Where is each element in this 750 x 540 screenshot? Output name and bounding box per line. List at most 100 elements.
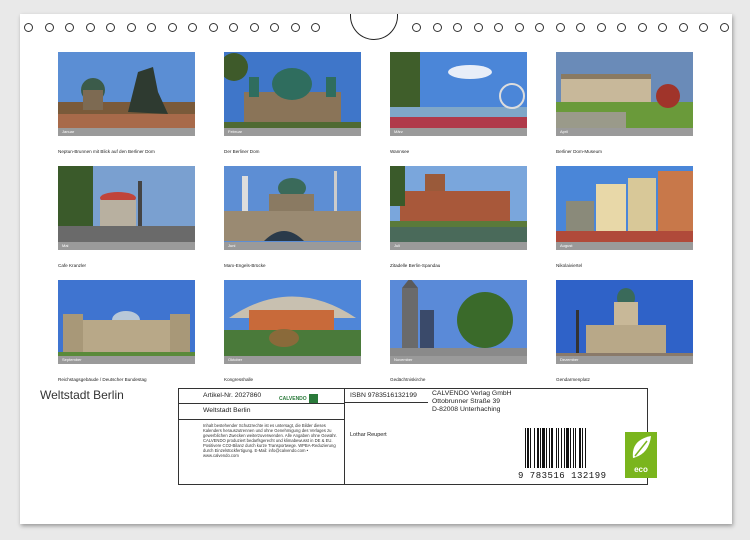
brand-text: CALVENDO: [279, 396, 307, 402]
photo-caption: Zitadelle Berlin-Spandau: [390, 263, 441, 268]
binding-ring: [65, 23, 74, 32]
photo-reichstag: September: [58, 280, 195, 364]
photo-caption: Der Berliner Dom: [224, 149, 260, 154]
binding-ring: [188, 23, 197, 32]
binding-ring: [24, 23, 33, 32]
binding-ring: [555, 23, 565, 32]
barcode-bar: [556, 428, 557, 468]
binding-ring: [432, 23, 442, 32]
month-label: Juli: [394, 243, 401, 248]
binding-ring: [249, 23, 259, 32]
barcode-bar: [561, 428, 562, 468]
photo-caption: Kongresshalle: [224, 377, 254, 382]
binding-ring: [576, 23, 585, 32]
binding-ring: [596, 23, 606, 32]
month-label: September: [62, 357, 82, 362]
photo-nikolaiviertel: August: [556, 166, 693, 250]
binding-ring: [311, 23, 320, 32]
divider: [344, 402, 428, 403]
barcode-bar: [566, 428, 569, 468]
barcode-bar: [546, 428, 547, 468]
binding-ring: [658, 23, 667, 32]
month-label: August: [560, 243, 573, 248]
barcode-bar: [530, 428, 531, 468]
photo-dom-museum: April: [556, 52, 693, 136]
binding-ring: [453, 23, 462, 32]
photo-zitadelle-spandau: Juli: [390, 166, 527, 250]
binding-ring: [167, 23, 177, 32]
binding-ring: [147, 23, 156, 32]
photo-caption: Reichstagsgebäude / Deutscher Bundestag: [58, 377, 147, 382]
photo-gedaechtniskirche: November: [390, 280, 527, 364]
binding-ring: [678, 23, 688, 32]
barcode-bar: [542, 428, 545, 468]
photo-caption: Neptun-Brunnen mit Blick auf den Berline…: [58, 149, 155, 154]
month-label: Februar: [228, 129, 243, 134]
binding-ring: [229, 23, 238, 32]
month-label: März: [394, 129, 403, 134]
photo-marx-engels-bruecke: Juni: [224, 166, 361, 250]
barcode-bar: [573, 428, 574, 468]
barcode-bar: [525, 428, 526, 468]
binding-ring: [44, 23, 54, 32]
barcode-bar: [585, 428, 586, 468]
binding-ring: [126, 23, 136, 32]
barcode-bar: [527, 428, 529, 468]
binding-ring: [514, 23, 524, 32]
binding-ring: [617, 23, 626, 32]
barcode-bar: [570, 428, 571, 468]
photo-kongresshalle: Oktober: [224, 280, 361, 364]
month-label: Oktober: [228, 357, 243, 362]
calvendo-logo: CALVENDO: [279, 391, 319, 403]
info-title: Weltstadt Berlin: [203, 407, 251, 414]
binding-ring: [412, 23, 421, 32]
barcode: [525, 428, 603, 470]
barcode-bar: [564, 428, 565, 468]
month-label: Januar: [62, 129, 75, 134]
month-label: November: [394, 357, 413, 362]
barcode-bar: [551, 428, 553, 468]
photo-caption: Berliner Dom-Museum: [556, 149, 602, 154]
barcode-bar: [558, 428, 559, 468]
month-label: Mai: [62, 243, 69, 248]
photo-gendarmenmarkt: Dezember: [556, 280, 693, 364]
binding-ring: [290, 23, 300, 32]
photo-caption: Nikolaiviertel: [556, 263, 583, 268]
eco-text: eco: [634, 465, 648, 474]
month-label: Dezember: [560, 357, 579, 362]
barcode-bar: [534, 428, 535, 468]
binding-ring: [699, 23, 708, 32]
photo-caption: Marx-Engels-Brücke: [224, 263, 266, 268]
barcode-bar: [582, 428, 583, 468]
binding-ring: [637, 23, 647, 32]
binding-ring: [535, 23, 544, 32]
barcode-bar: [575, 428, 576, 468]
photo-caption: Gedächtniskirche: [390, 377, 426, 382]
barcode-number: 9 783516 132199: [518, 471, 607, 481]
photo-neptunbrunnen: Januar: [58, 52, 195, 136]
barcode-bar: [537, 428, 539, 468]
author: Lothar Reupert: [350, 432, 387, 438]
binding-ring: [494, 23, 503, 32]
binding-ring: [208, 23, 218, 32]
month-label: Juni: [228, 243, 236, 248]
leaf-icon: [632, 436, 651, 458]
binding-ring: [719, 23, 729, 32]
binding-ring: [473, 23, 483, 32]
photo-caption: Gendarmenplatz: [556, 377, 590, 382]
binding-ring: [106, 23, 115, 32]
divider: [178, 419, 344, 420]
publisher-city: D-82008 Unterhaching: [432, 406, 501, 413]
photo-cafe-kranzler: Mai: [58, 166, 195, 250]
barcode-bar: [579, 428, 581, 468]
barcode-bar: [549, 428, 550, 468]
legal-notice: Inhalt bestehender Schutzrechte ist es u…: [203, 423, 337, 458]
calendar-hanger-hook: [350, 14, 398, 40]
photo-caption: Cafe Kranzler: [58, 263, 87, 268]
binding-ring: [270, 23, 279, 32]
article-number: Artikel-Nr. 2027860: [203, 392, 262, 399]
publisher-street: Ottobrunner Straße 39: [432, 398, 501, 405]
photo-caption: Wannsee: [390, 149, 410, 154]
isbn: ISBN 9783516132199: [350, 392, 417, 399]
publisher-name: CALVENDO Verlag GmbH: [432, 390, 512, 397]
